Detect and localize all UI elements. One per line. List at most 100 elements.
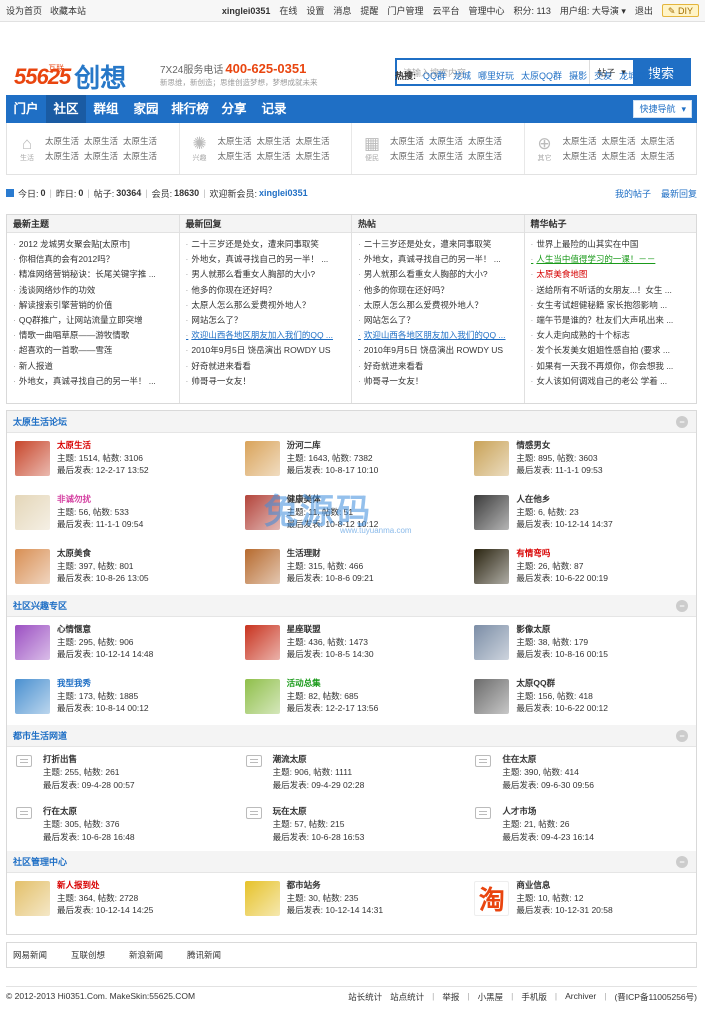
forum-name[interactable]: 影像太原 bbox=[516, 623, 608, 636]
section-title[interactable]: 都市生活网道 bbox=[13, 731, 67, 741]
forum-last-post[interactable]: 最后发表: 10-12-14 14:37 bbox=[516, 518, 612, 531]
footer-link[interactable]: 站点统计 bbox=[390, 991, 424, 1003]
topic-link[interactable]: 外地女，真诚寻找自己的另一半！ ... bbox=[186, 252, 352, 267]
forum-image[interactable] bbox=[15, 625, 50, 660]
credits-link[interactable]: 积分: 113 bbox=[513, 4, 550, 17]
subnav-link[interactable]: 太原生活 bbox=[257, 150, 291, 162]
topic-link[interactable]: 2012 龙城男女聚会贴[太原市] bbox=[13, 237, 179, 252]
forum-name[interactable]: 玩在太原 bbox=[273, 805, 365, 818]
forum-last-post[interactable]: 最后发表: 10-6-28 16:48 bbox=[43, 831, 135, 844]
subnav-link[interactable]: 太原生活 bbox=[602, 135, 636, 147]
footer-link[interactable]: 手机版 bbox=[521, 991, 547, 1003]
subnav-link[interactable]: 太原生活 bbox=[218, 135, 252, 147]
subnav-link[interactable]: 太原生活 bbox=[257, 135, 291, 147]
subnav-link[interactable]: 太原生活 bbox=[218, 150, 252, 162]
site-logo[interactable]: 55625 互联 创想 bbox=[14, 58, 126, 95]
notices-link[interactable]: 提醒 bbox=[360, 4, 378, 17]
forum-last-post[interactable]: 最后发表: 10-8-26 13:05 bbox=[57, 572, 149, 585]
topic-link[interactable]: 2010年9月5日 饶岳演出 ROWDY US bbox=[358, 343, 524, 358]
footer-link[interactable]: 举报 bbox=[442, 991, 459, 1003]
topic-link[interactable]: 帅哥寻一女友！ bbox=[186, 374, 352, 389]
forum-name[interactable]: 活动总集 bbox=[287, 677, 379, 690]
subnav-link[interactable]: 太原生活 bbox=[429, 150, 463, 162]
forum-name[interactable]: 新人报到处 bbox=[57, 879, 153, 892]
subnav-link[interactable]: 太原生活 bbox=[390, 150, 424, 162]
forum-last-post[interactable]: 最后发表: 12-2-17 13:56 bbox=[287, 702, 379, 715]
forum-name[interactable]: 都市站务 bbox=[287, 879, 383, 892]
forum-last-post[interactable]: 最后发表: 10-8-5 14:30 bbox=[287, 648, 374, 661]
forum-icon[interactable] bbox=[16, 755, 32, 767]
topic-link[interactable]: 帅哥寻一女友！ bbox=[358, 374, 524, 389]
forum-name[interactable]: 商业信息 bbox=[516, 879, 612, 892]
forum-last-post[interactable]: 最后发表: 12-2-17 13:52 bbox=[57, 464, 149, 477]
forum-image[interactable] bbox=[474, 495, 510, 530]
forum-name[interactable]: 太原美食 bbox=[57, 547, 149, 560]
section-title[interactable]: 社区管理中心 bbox=[13, 857, 67, 867]
subnav-link[interactable]: 太原生活 bbox=[563, 135, 597, 147]
subnav-link[interactable]: 太原生活 bbox=[429, 135, 463, 147]
section-title[interactable]: 太原生活论坛 bbox=[13, 417, 67, 427]
forum-name[interactable]: 潮流太原 bbox=[273, 753, 365, 766]
forum-last-post[interactable]: 最后发表: 10-8-17 10:10 bbox=[287, 464, 379, 477]
forum-image[interactable] bbox=[474, 679, 510, 714]
friend-link[interactable]: 腾讯新闻 bbox=[187, 949, 221, 961]
forum-last-post[interactable]: 最后发表: 10-12-14 14:48 bbox=[57, 648, 153, 661]
topic-link[interactable]: 太原人怎么那么爱费视外地人？ bbox=[186, 298, 352, 313]
topic-link[interactable]: 情歌一曲唱草原——游牧情歌 bbox=[13, 328, 179, 343]
hot-search-item[interactable]: 龙城展会 bbox=[619, 69, 655, 82]
subnav-link[interactable]: 太原生活 bbox=[641, 135, 675, 147]
topic-link[interactable]: 二十三岁还是处女，遭来同事取笑 bbox=[358, 237, 524, 252]
topic-link[interactable]: 新人报道 bbox=[13, 359, 179, 374]
hot-search-item[interactable]: 龙城 bbox=[453, 69, 471, 82]
topic-link[interactable]: 欢迎山西各地区朋友加入我们的QQ ... bbox=[186, 328, 352, 343]
username-link[interactable]: xinglei0351 bbox=[222, 6, 271, 16]
topic-link[interactable]: 欢迎山西各地区朋友加入我们的QQ ... bbox=[358, 328, 524, 343]
topic-link[interactable]: 女人该如何调戏自己的老公 学着 ... bbox=[531, 374, 697, 389]
forum-last-post[interactable]: 最后发表: 10-6-22 00:19 bbox=[516, 572, 608, 585]
topic-link[interactable]: 外地女，真诚寻找自己的另一半！ ... bbox=[358, 252, 524, 267]
forum-image[interactable] bbox=[15, 441, 50, 476]
topic-link[interactable]: 世界上最险的山其实在中国 bbox=[531, 237, 697, 252]
hot-search-item[interactable]: 摄影 bbox=[569, 69, 587, 82]
subnav-link[interactable]: 太原生活 bbox=[84, 135, 118, 147]
forum-name[interactable]: 行在太原 bbox=[43, 805, 135, 818]
friend-link[interactable]: 互联创想 bbox=[71, 949, 105, 961]
nav-groups[interactable]: 群组 bbox=[86, 95, 126, 123]
topic-link[interactable]: 他多的你现在还好吗？ bbox=[186, 283, 352, 298]
collapse-icon[interactable]: − bbox=[676, 416, 688, 428]
forum-name[interactable]: 心情惬意 bbox=[57, 623, 153, 636]
forum-icon[interactable] bbox=[245, 807, 262, 819]
online-link[interactable]: 在线 bbox=[279, 4, 297, 17]
nav-portal[interactable]: 门户 bbox=[6, 95, 46, 123]
subnav-link[interactable]: 太原生活 bbox=[602, 150, 636, 162]
subnav-link[interactable]: 太原生活 bbox=[468, 150, 502, 162]
hot-search-item[interactable]: 哪里好玩 bbox=[478, 69, 514, 82]
forum-image[interactable] bbox=[474, 549, 510, 584]
forum-image[interactable] bbox=[15, 549, 50, 584]
forum-image[interactable] bbox=[15, 881, 50, 916]
footer-link[interactable]: (晋ICP备11005256号) bbox=[614, 991, 697, 1003]
topic-link[interactable]: 送给所有不听话的女朋友...！女生 ... bbox=[531, 283, 697, 298]
quick-nav-button[interactable]: 快捷导航 ▾ bbox=[633, 100, 692, 118]
settings-link[interactable]: 设置 bbox=[306, 4, 324, 17]
forum-last-post[interactable]: 最后发表: 09-6-30 09:56 bbox=[502, 779, 594, 792]
forum-last-post[interactable]: 最后发表: 10-8-6 09:21 bbox=[287, 572, 374, 585]
topic-link[interactable]: 2010年9月5日 饶岳演出 ROWDY US bbox=[186, 343, 352, 358]
forum-last-post[interactable]: 最后发表: 09-4-23 16:14 bbox=[502, 831, 594, 844]
forum-last-post[interactable]: 最后发表: 10-8-12 10:12 bbox=[287, 518, 379, 531]
forum-image[interactable] bbox=[15, 495, 50, 530]
forum-image[interactable] bbox=[15, 679, 50, 714]
topic-link[interactable]: 解读搜索引擎营销的价值 bbox=[13, 298, 179, 313]
topic-link[interactable]: 太原人怎么那么爱费视外地人？ bbox=[358, 298, 524, 313]
section-title[interactable]: 社区兴趣专区 bbox=[13, 601, 67, 611]
topic-link[interactable]: 男人就那么看重女人胸部的大小? bbox=[186, 267, 352, 282]
forum-image[interactable] bbox=[244, 625, 280, 660]
topic-link[interactable]: QQ群推广，让网站流量立即突增 bbox=[13, 313, 179, 328]
forum-name[interactable]: 我型我秀 bbox=[57, 677, 149, 690]
friend-link[interactable]: 新浪新闻 bbox=[129, 949, 163, 961]
forum-name[interactable]: 住在太原 bbox=[502, 753, 594, 766]
nav-home[interactable]: 家园 bbox=[126, 95, 166, 123]
forum-image[interactable] bbox=[244, 679, 280, 714]
forum-name[interactable]: 生活理财 bbox=[287, 547, 374, 560]
forum-image[interactable] bbox=[244, 549, 280, 584]
